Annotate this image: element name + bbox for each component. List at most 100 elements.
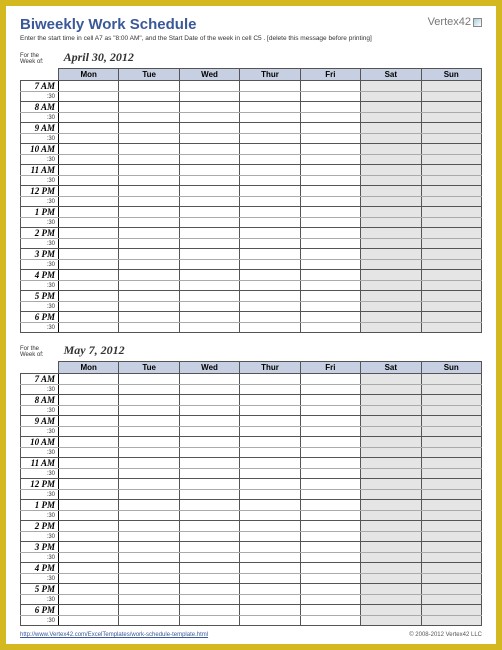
schedule-cell[interactable] [240, 144, 300, 155]
schedule-cell[interactable] [179, 218, 239, 228]
schedule-cell[interactable] [300, 574, 360, 584]
schedule-cell[interactable] [59, 176, 119, 186]
schedule-cell[interactable] [119, 479, 179, 490]
schedule-cell[interactable] [179, 416, 239, 427]
schedule-cell[interactable] [59, 102, 119, 113]
schedule-cell[interactable] [421, 574, 481, 584]
schedule-cell[interactable] [59, 542, 119, 553]
schedule-cell[interactable] [240, 197, 300, 207]
schedule-cell[interactable] [361, 260, 421, 270]
schedule-cell[interactable] [421, 437, 481, 448]
schedule-cell[interactable] [421, 312, 481, 323]
schedule-cell[interactable] [119, 155, 179, 165]
schedule-cell[interactable] [300, 500, 360, 511]
schedule-cell[interactable] [421, 176, 481, 186]
schedule-cell[interactable] [119, 228, 179, 239]
schedule-cell[interactable] [119, 374, 179, 385]
schedule-cell[interactable] [300, 511, 360, 521]
schedule-cell[interactable] [361, 563, 421, 574]
schedule-cell[interactable] [179, 123, 239, 134]
schedule-cell[interactable] [119, 123, 179, 134]
schedule-cell[interactable] [300, 197, 360, 207]
schedule-cell[interactable] [119, 511, 179, 521]
schedule-cell[interactable] [119, 291, 179, 302]
schedule-cell[interactable] [59, 448, 119, 458]
schedule-cell[interactable] [119, 584, 179, 595]
schedule-cell[interactable] [361, 511, 421, 521]
schedule-cell[interactable] [421, 144, 481, 155]
schedule-cell[interactable] [421, 102, 481, 113]
schedule-cell[interactable] [240, 458, 300, 469]
schedule-cell[interactable] [300, 406, 360, 416]
schedule-cell[interactable] [421, 374, 481, 385]
schedule-cell[interactable] [300, 186, 360, 197]
schedule-cell[interactable] [179, 134, 239, 144]
schedule-cell[interactable] [361, 123, 421, 134]
schedule-cell[interactable] [240, 542, 300, 553]
schedule-cell[interactable] [361, 595, 421, 605]
schedule-cell[interactable] [361, 500, 421, 511]
schedule-cell[interactable] [59, 458, 119, 469]
schedule-cell[interactable] [240, 113, 300, 123]
schedule-cell[interactable] [361, 92, 421, 102]
schedule-cell[interactable] [421, 260, 481, 270]
schedule-cell[interactable] [240, 395, 300, 406]
schedule-cell[interactable] [179, 186, 239, 197]
schedule-cell[interactable] [59, 374, 119, 385]
schedule-cell[interactable] [421, 605, 481, 616]
schedule-cell[interactable] [300, 165, 360, 176]
schedule-cell[interactable] [59, 490, 119, 500]
schedule-cell[interactable] [179, 584, 239, 595]
schedule-cell[interactable] [421, 291, 481, 302]
schedule-cell[interactable] [59, 521, 119, 532]
schedule-cell[interactable] [119, 134, 179, 144]
schedule-cell[interactable] [361, 427, 421, 437]
schedule-cell[interactable] [240, 448, 300, 458]
schedule-cell[interactable] [59, 469, 119, 479]
schedule-cell[interactable] [361, 270, 421, 281]
schedule-cell[interactable] [119, 312, 179, 323]
schedule-cell[interactable] [179, 281, 239, 291]
schedule-cell[interactable] [119, 416, 179, 427]
schedule-cell[interactable] [240, 574, 300, 584]
schedule-cell[interactable] [119, 448, 179, 458]
schedule-cell[interactable] [421, 249, 481, 260]
schedule-cell[interactable] [59, 134, 119, 144]
schedule-cell[interactable] [179, 427, 239, 437]
schedule-cell[interactable] [361, 532, 421, 542]
schedule-cell[interactable] [119, 323, 179, 333]
schedule-cell[interactable] [59, 605, 119, 616]
schedule-cell[interactable] [361, 81, 421, 92]
schedule-cell[interactable] [361, 207, 421, 218]
schedule-cell[interactable] [300, 595, 360, 605]
schedule-cell[interactable] [300, 553, 360, 563]
schedule-cell[interactable] [119, 574, 179, 584]
schedule-cell[interactable] [179, 260, 239, 270]
schedule-cell[interactable] [240, 584, 300, 595]
schedule-cell[interactable] [119, 532, 179, 542]
schedule-cell[interactable] [179, 155, 239, 165]
schedule-cell[interactable] [421, 532, 481, 542]
schedule-cell[interactable] [179, 385, 239, 395]
schedule-cell[interactable] [179, 323, 239, 333]
schedule-cell[interactable] [421, 595, 481, 605]
schedule-cell[interactable] [240, 437, 300, 448]
schedule-cell[interactable] [300, 92, 360, 102]
schedule-cell[interactable] [361, 616, 421, 626]
schedule-cell[interactable] [240, 323, 300, 333]
schedule-cell[interactable] [421, 207, 481, 218]
schedule-cell[interactable] [119, 595, 179, 605]
schedule-cell[interactable] [179, 511, 239, 521]
schedule-cell[interactable] [59, 595, 119, 605]
schedule-cell[interactable] [421, 218, 481, 228]
schedule-cell[interactable] [300, 207, 360, 218]
schedule-cell[interactable] [179, 616, 239, 626]
schedule-cell[interactable] [240, 270, 300, 281]
schedule-cell[interactable] [361, 374, 421, 385]
schedule-cell[interactable] [59, 427, 119, 437]
schedule-cell[interactable] [240, 490, 300, 500]
schedule-cell[interactable] [300, 155, 360, 165]
schedule-cell[interactable] [300, 427, 360, 437]
schedule-cell[interactable] [119, 102, 179, 113]
schedule-cell[interactable] [119, 270, 179, 281]
